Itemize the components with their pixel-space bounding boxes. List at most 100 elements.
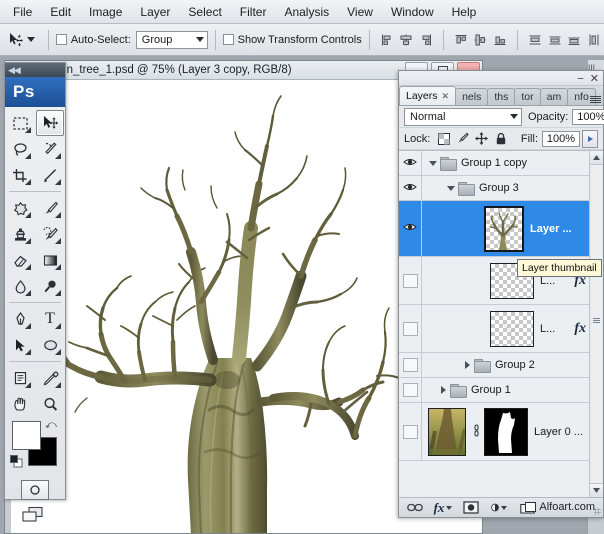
- scroll-up-button[interactable]: [590, 151, 603, 165]
- layer-row-layer-0[interactable]: Layer 0 ...: [399, 403, 603, 461]
- crop-tool[interactable]: [6, 162, 34, 188]
- zoom-tool[interactable]: [36, 391, 64, 417]
- layer-list-scrollbar[interactable]: [589, 151, 603, 497]
- visibility-toggle[interactable]: [399, 151, 422, 175]
- menu-item-edit[interactable]: Edit: [41, 2, 80, 22]
- lock-transparent-pixels-icon[interactable]: [437, 132, 450, 145]
- menu-item-select[interactable]: Select: [179, 2, 230, 22]
- align-left-edges-button[interactable]: [377, 30, 397, 50]
- panel-close-button[interactable]: ✕: [590, 72, 599, 85]
- distribute-top-edges-button[interactable]: [525, 30, 545, 50]
- distribute-left-edges-button[interactable]: [584, 30, 604, 50]
- rectangular-marquee-tool[interactable]: [6, 110, 34, 136]
- tab-navigator[interactable]: tor: [514, 88, 540, 105]
- layer-thumbnail[interactable]: [484, 206, 524, 252]
- tab-channels[interactable]: nels: [455, 88, 488, 105]
- blend-mode-dropdown[interactable]: Normal: [404, 108, 522, 126]
- align-bottom-edges-button[interactable]: [490, 30, 510, 50]
- menu-item-view[interactable]: View: [338, 2, 382, 22]
- history-brush-tool[interactable]: [36, 221, 64, 247]
- horizontal-type-tool[interactable]: T: [36, 306, 64, 332]
- lock-position-icon[interactable]: [475, 132, 488, 145]
- panel-menu-button[interactable]: [590, 96, 601, 103]
- healing-brush-tool[interactable]: [6, 195, 34, 221]
- tab-histogram[interactable]: am: [540, 88, 569, 105]
- visibility-toggle[interactable]: [399, 305, 422, 352]
- toolbox-collapse-bar[interactable]: ◀◀: [5, 63, 65, 77]
- layer-row-hidden-2[interactable]: L... fx: [399, 305, 603, 353]
- lasso-tool[interactable]: [6, 136, 34, 162]
- layer-row-group-1-copy[interactable]: Group 1 copy: [399, 151, 603, 176]
- default-colors-icon[interactable]: [10, 455, 23, 468]
- eyedropper-tool[interactable]: [36, 365, 64, 391]
- ellipse-shape-tool[interactable]: [36, 332, 64, 358]
- distribute-bottom-edges-button[interactable]: [565, 30, 585, 50]
- menu-item-layer[interactable]: Layer: [131, 2, 179, 22]
- menu-item-file[interactable]: File: [4, 2, 41, 22]
- menu-item-filter[interactable]: Filter: [231, 2, 276, 22]
- layer-mask-link-icon[interactable]: [472, 424, 481, 440]
- group-expand-toggle[interactable]: [462, 360, 472, 370]
- tool-preset-caret-icon[interactable]: [27, 37, 35, 42]
- visibility-toggle[interactable]: [399, 403, 422, 460]
- blur-tool[interactable]: [6, 273, 34, 299]
- menu-item-analysis[interactable]: Analysis: [275, 2, 338, 22]
- hand-tool[interactable]: [6, 391, 34, 417]
- visibility-toggle[interactable]: [399, 257, 422, 304]
- scrollbar-track[interactable]: [591, 165, 602, 483]
- fill-slider-button[interactable]: [582, 130, 598, 148]
- tab-paths[interactable]: ths: [487, 88, 515, 105]
- opacity-field[interactable]: 100%: [572, 109, 604, 125]
- align-right-edges-button[interactable]: [416, 30, 436, 50]
- brush-tool[interactable]: [36, 195, 64, 221]
- layer-row-group-2[interactable]: Group 2: [399, 353, 603, 378]
- layer-row-group-1[interactable]: Group 1: [399, 378, 603, 403]
- add-layer-style-button[interactable]: fx: [435, 500, 451, 516]
- panel-minimize-button[interactable]: −: [577, 73, 583, 85]
- notes-tool[interactable]: [6, 365, 34, 391]
- visibility-toggle[interactable]: [399, 378, 422, 402]
- scroll-down-button[interactable]: [590, 483, 603, 497]
- menu-item-image[interactable]: Image: [80, 2, 131, 22]
- menu-item-window[interactable]: Window: [382, 2, 443, 22]
- visibility-toggle[interactable]: [399, 176, 422, 200]
- layer-row-group-3[interactable]: Group 3: [399, 176, 603, 201]
- swap-colors-icon[interactable]: ⤺: [45, 419, 57, 432]
- gradient-tool[interactable]: [36, 247, 64, 273]
- add-layer-mask-button[interactable]: [463, 500, 479, 516]
- distribute-vertical-centers-button[interactable]: [545, 30, 565, 50]
- auto-select-checkbox[interactable]: [56, 34, 67, 45]
- move-tool[interactable]: [36, 110, 64, 136]
- group-expand-toggle[interactable]: [438, 385, 448, 395]
- path-selection-tool[interactable]: [6, 332, 34, 358]
- align-top-edges-button[interactable]: [451, 30, 471, 50]
- edit-in-quick-mask-mode-button[interactable]: [21, 480, 49, 500]
- dodge-tool[interactable]: [36, 273, 64, 299]
- align-vertical-centers-button[interactable]: [471, 30, 491, 50]
- link-layers-button[interactable]: [407, 500, 423, 516]
- fill-field[interactable]: 100%: [542, 131, 580, 147]
- menu-item-help[interactable]: Help: [443, 2, 486, 22]
- lock-image-pixels-icon[interactable]: [456, 132, 469, 145]
- auto-select-dropdown[interactable]: Group: [136, 31, 208, 49]
- foreground-color-swatch[interactable]: [12, 421, 41, 450]
- layer-thumbnail[interactable]: [490, 311, 534, 347]
- layer-row-selected[interactable]: Layer ...: [399, 201, 603, 257]
- new-adjustment-layer-button[interactable]: [491, 500, 507, 516]
- active-tool-indicator[interactable]: [6, 32, 41, 48]
- eraser-tool[interactable]: [6, 247, 34, 273]
- panel-title-bar[interactable]: − ✕: [399, 71, 603, 86]
- show-transform-controls-checkbox[interactable]: [223, 34, 234, 45]
- layer-mask-thumbnail[interactable]: [484, 408, 528, 456]
- visibility-toggle[interactable]: [399, 201, 422, 256]
- magic-wand-tool[interactable]: [36, 136, 64, 162]
- layer-list[interactable]: Group 1 copy Group 3: [399, 150, 603, 497]
- visibility-toggle[interactable]: [399, 353, 422, 377]
- layer-thumbnail[interactable]: [428, 408, 466, 456]
- align-horizontal-centers-button[interactable]: [396, 30, 416, 50]
- group-expand-toggle[interactable]: [428, 158, 438, 168]
- panel-resize-grip[interactable]: [594, 508, 601, 515]
- change-screen-mode-button[interactable]: [20, 506, 50, 527]
- clone-stamp-tool[interactable]: [6, 221, 34, 247]
- pen-tool[interactable]: [6, 306, 34, 332]
